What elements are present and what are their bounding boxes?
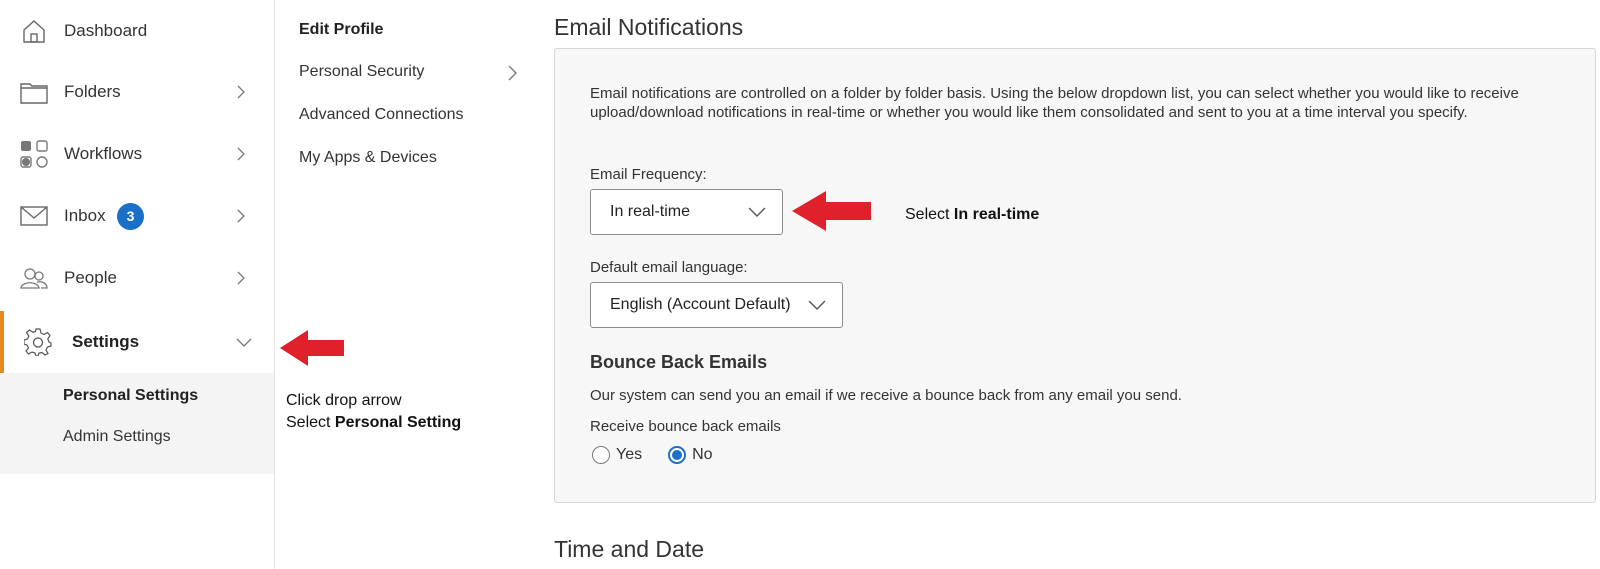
chevron-down-icon[interactable] [236, 335, 252, 349]
sidebar-item-inbox[interactable]: Inbox 3 [0, 185, 275, 247]
settings-menu-personal-security[interactable]: Personal Security [299, 63, 424, 81]
settings-menu-apps-devices[interactable]: My Apps & Devices [299, 149, 437, 167]
sidebar-item-label: Dashboard [64, 21, 148, 40]
sidebar-item-dashboard[interactable]: Dashboard [0, 0, 275, 62]
sidebar-item-people[interactable]: People [0, 247, 275, 309]
settings-menu-edit-profile[interactable]: Edit Profile [299, 21, 383, 39]
annotation-arrow-left [280, 330, 344, 366]
home-icon [23, 20, 45, 43]
email-frequency-select[interactable]: In real-time [590, 189, 783, 235]
time-date-title: Time and Date [554, 536, 704, 562]
sidebar-item-label: Folders [64, 82, 121, 101]
annotation-arrow-left [792, 191, 871, 231]
settings-menu-advanced-connections[interactable]: Advanced Connections [299, 106, 464, 124]
settings-submenu: Personal Settings Admin Settings [0, 373, 274, 474]
chevron-right-icon[interactable] [234, 85, 248, 99]
mail-icon [20, 206, 48, 226]
submenu-item-personal-settings[interactable]: Personal Settings [63, 387, 198, 405]
email-language-select[interactable]: English (Account Default) [590, 282, 843, 328]
bounce-no-radio[interactable] [668, 446, 687, 464]
sidebar-item-workflows[interactable]: Workflows [0, 123, 275, 185]
submenu-item-admin-settings[interactable]: Admin Settings [63, 428, 171, 446]
annotation-settings-line2: Select Personal Setting [286, 414, 462, 431]
bounce-back-label: Receive bounce back emails [590, 418, 781, 435]
gear-icon [24, 328, 52, 356]
bounce-back-title: Bounce Back Emails [590, 352, 768, 372]
bounce-yes-radio[interactable] [592, 446, 610, 464]
email-frequency-label: Email Frequency: [590, 166, 707, 183]
email-language-value: English (Account Default) [610, 296, 791, 313]
sidebar-item-label: People [64, 268, 117, 287]
annotation-frequency: Select In real-time [905, 206, 1040, 223]
bounce-yes-label: Yes [616, 446, 643, 463]
sidebar-item-folders[interactable]: Folders [0, 61, 275, 123]
chevron-right-icon[interactable] [234, 271, 248, 285]
chevron-down-icon [748, 207, 766, 217]
email-notifications-description: Email notifications are controlled on a … [590, 85, 1519, 121]
sidebar-item-label: Settings [72, 332, 140, 351]
bounce-no-label: No [692, 446, 713, 463]
bounce-back-radio-group: Yes No [592, 444, 713, 466]
inbox-count-badge: 3 [117, 202, 144, 230]
email-language-label: Default email language: [590, 259, 748, 276]
workflow-icon [20, 140, 48, 168]
chevron-right-icon[interactable] [507, 65, 519, 81]
bounce-back-description: Our system can send you an email if we r… [590, 387, 1182, 404]
email-notifications-title: Email Notifications [554, 14, 744, 40]
chevron-right-icon[interactable] [234, 209, 248, 223]
chevron-down-icon [808, 300, 826, 310]
people-icon [20, 268, 48, 289]
sidebar-item-settings[interactable]: Settings [0, 311, 275, 373]
sidebar-item-label: Inbox [64, 206, 106, 225]
folder-icon [20, 83, 48, 104]
email-frequency-value: In real-time [610, 203, 691, 220]
annotation-settings-line1: Click drop arrow [286, 392, 402, 409]
sidebar: Dashboard Folders Workflows Inbox 3 Peop… [0, 0, 275, 569]
chevron-right-icon[interactable] [234, 147, 248, 161]
sidebar-item-label: Workflows [64, 144, 143, 163]
